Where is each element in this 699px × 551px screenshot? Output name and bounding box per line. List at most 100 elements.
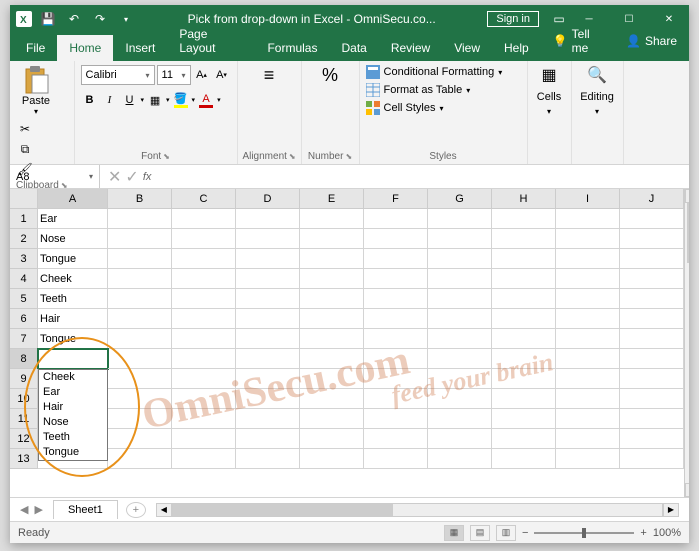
cell[interactable] (620, 429, 684, 449)
cell[interactable] (556, 349, 620, 369)
row-header[interactable]: 10 (10, 389, 38, 409)
column-header[interactable]: E (300, 189, 364, 209)
row-header[interactable]: 1 (10, 209, 38, 229)
cell[interactable] (492, 349, 556, 369)
cell[interactable] (108, 229, 172, 249)
cell[interactable] (556, 429, 620, 449)
cell[interactable] (108, 249, 172, 269)
cell[interactable] (556, 309, 620, 329)
picklist-item[interactable]: Teeth (39, 430, 107, 445)
cell[interactable] (620, 369, 684, 389)
qat-customize-icon[interactable]: ▾ (116, 9, 136, 29)
cell[interactable] (428, 449, 492, 469)
column-header[interactable]: A (38, 189, 108, 209)
zoom-out-button[interactable]: − (522, 527, 528, 539)
undo-icon[interactable]: ↶ (64, 9, 84, 29)
column-header[interactable]: F (364, 189, 428, 209)
cell[interactable]: Teeth (38, 289, 108, 309)
cell[interactable] (236, 329, 300, 349)
column-header[interactable]: I (556, 189, 620, 209)
cell[interactable] (556, 369, 620, 389)
scroll-left-icon[interactable]: ◀ (156, 503, 172, 517)
fill-color-icon[interactable]: 🪣 (172, 91, 190, 109)
name-box[interactable]: A8▾ (10, 165, 100, 188)
tab-review[interactable]: Review (379, 35, 442, 61)
cell[interactable] (492, 209, 556, 229)
sign-in-button[interactable]: Sign in (487, 11, 539, 27)
fx-icon[interactable]: fx (143, 171, 152, 183)
cell[interactable] (108, 389, 172, 409)
underline-button[interactable]: U (121, 91, 139, 109)
cell[interactable] (620, 209, 684, 229)
redo-icon[interactable]: ↷ (90, 9, 110, 29)
cell[interactable] (556, 269, 620, 289)
sheet-nav-next-icon[interactable]: ▶ (34, 503, 42, 516)
cell[interactable] (236, 249, 300, 269)
cell[interactable] (108, 329, 172, 349)
cell[interactable] (492, 249, 556, 269)
cell[interactable]: Cheek (38, 269, 108, 289)
cell[interactable] (172, 309, 236, 329)
tab-formulas[interactable]: Formulas (255, 35, 329, 61)
row-header[interactable]: 2 (10, 229, 38, 249)
cell[interactable] (556, 249, 620, 269)
cell[interactable] (364, 269, 428, 289)
cell[interactable] (428, 229, 492, 249)
cell[interactable]: Tongue (38, 249, 108, 269)
horizontal-scrollbar[interactable]: ◀ ▶ (156, 503, 679, 517)
cell[interactable] (172, 209, 236, 229)
tab-insert[interactable]: Insert (113, 35, 167, 61)
cell[interactable] (492, 329, 556, 349)
alignment-icon[interactable]: ≡ (264, 65, 275, 86)
cell[interactable] (556, 209, 620, 229)
bold-button[interactable]: B (81, 91, 99, 109)
cell[interactable] (236, 369, 300, 389)
cell[interactable] (556, 289, 620, 309)
cell[interactable] (364, 229, 428, 249)
cell[interactable] (492, 269, 556, 289)
cell[interactable] (492, 289, 556, 309)
cell[interactable] (300, 329, 364, 349)
cell[interactable] (108, 429, 172, 449)
cell[interactable] (492, 429, 556, 449)
row-header[interactable]: 3 (10, 249, 38, 269)
picklist-item[interactable]: Nose (39, 415, 107, 430)
scroll-down-icon[interactable]: ▼ (685, 483, 689, 497)
zoom-slider[interactable] (534, 532, 634, 534)
cell[interactable] (364, 429, 428, 449)
cell[interactable] (364, 209, 428, 229)
cell[interactable] (428, 249, 492, 269)
cell[interactable] (428, 329, 492, 349)
add-sheet-button[interactable]: + (126, 502, 146, 518)
page-break-view-button[interactable]: ▥ (496, 525, 516, 541)
conditional-formatting-button[interactable]: Conditional Formatting▾ (366, 65, 503, 79)
cell[interactable] (236, 409, 300, 429)
picklist-item[interactable]: Tongue (39, 445, 107, 460)
row-header[interactable]: 12 (10, 429, 38, 449)
cell[interactable] (108, 269, 172, 289)
tell-me-button[interactable]: 💡 Tell me (541, 21, 614, 61)
vertical-scrollbar[interactable]: ▲ ▼ (684, 189, 689, 497)
share-button[interactable]: 👤 Share (614, 21, 689, 61)
cell[interactable] (492, 309, 556, 329)
tab-data[interactable]: Data (329, 35, 378, 61)
cell[interactable] (428, 429, 492, 449)
cell[interactable] (236, 389, 300, 409)
row-header[interactable]: 7 (10, 329, 38, 349)
cell[interactable] (556, 329, 620, 349)
cell[interactable] (428, 289, 492, 309)
cell[interactable] (492, 369, 556, 389)
cell[interactable] (620, 229, 684, 249)
cell[interactable] (620, 449, 684, 469)
row-header[interactable]: 13 (10, 449, 38, 469)
cell[interactable] (492, 409, 556, 429)
cell[interactable] (172, 369, 236, 389)
cell[interactable] (364, 329, 428, 349)
cell[interactable] (428, 389, 492, 409)
normal-view-button[interactable]: ▦ (444, 525, 464, 541)
cell[interactable] (172, 329, 236, 349)
cell[interactable] (492, 449, 556, 469)
cell[interactable] (556, 229, 620, 249)
column-header[interactable]: G (428, 189, 492, 209)
cell[interactable] (300, 229, 364, 249)
